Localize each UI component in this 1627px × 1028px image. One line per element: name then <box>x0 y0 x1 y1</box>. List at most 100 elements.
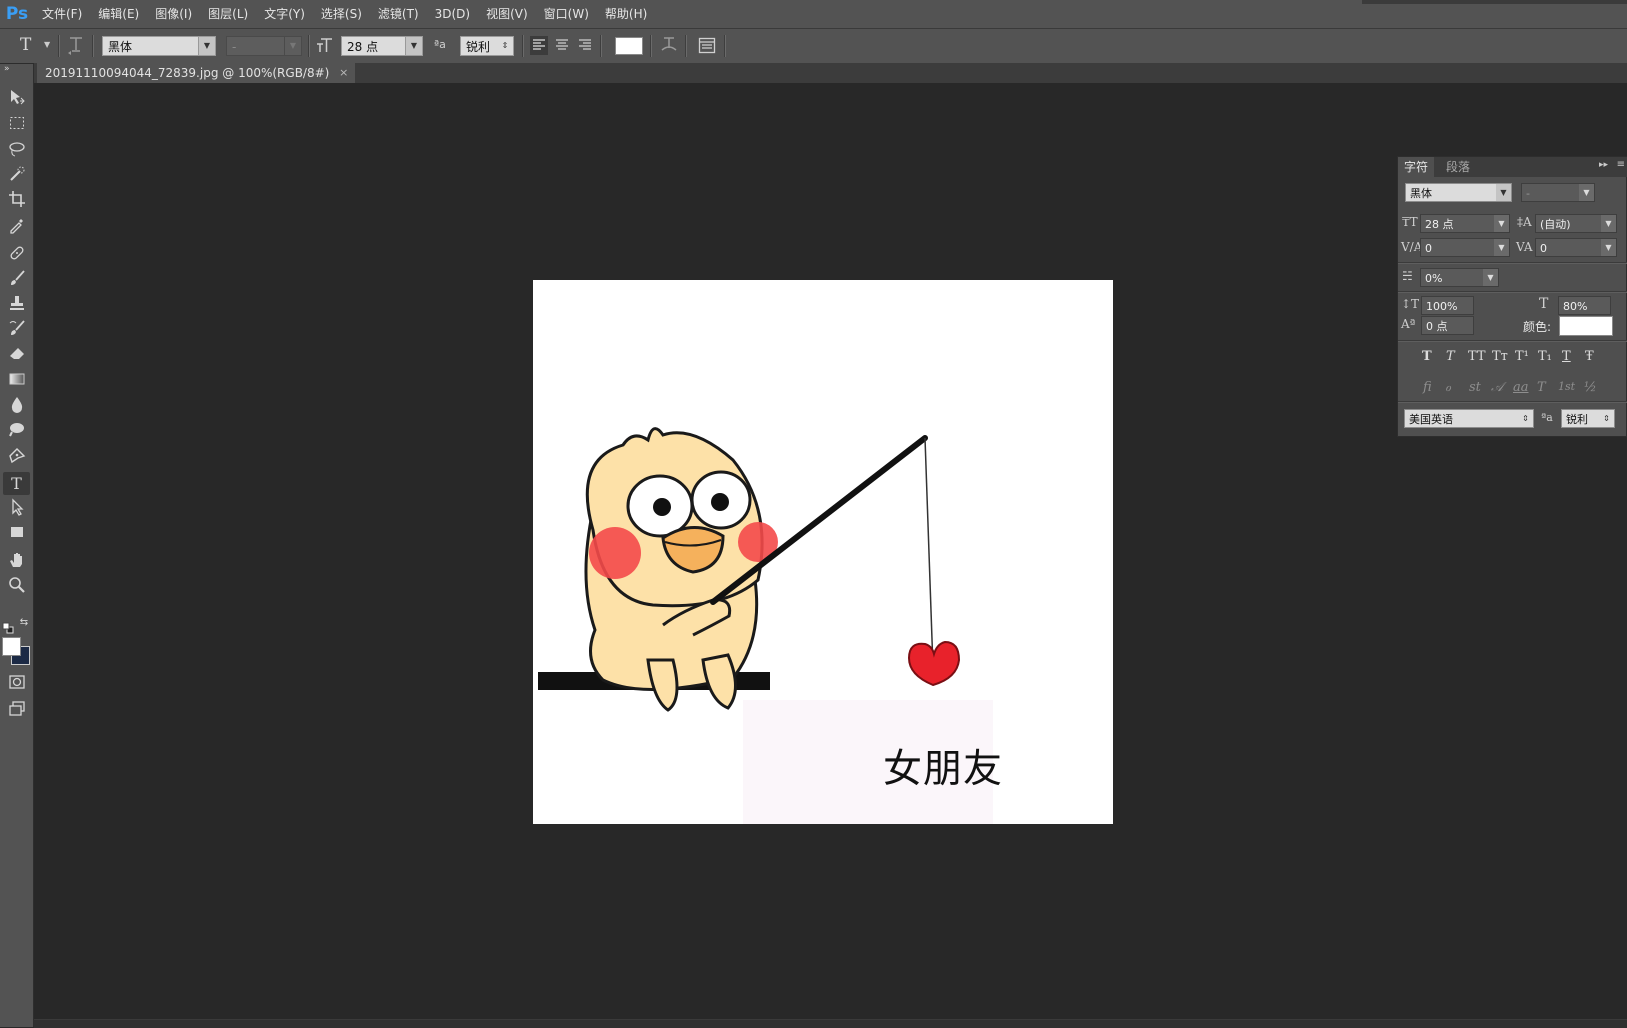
font-family-select[interactable]: 黑体 ▼ <box>102 36 216 56</box>
document-canvas[interactable]: 女朋友 <box>533 280 1113 824</box>
move-icon[interactable] <box>3 88 30 111</box>
panel-tab-bar: 字符 段落 ▸▸ ≡ <box>1398 157 1627 177</box>
leading-field[interactable]: (自动) ▼ <box>1535 214 1617 233</box>
horizontal-scale-value: 80% <box>1563 300 1588 313</box>
menu-filter[interactable]: 滤镜(T) <box>370 0 427 28</box>
healing-brush-icon[interactable] <box>3 244 30 267</box>
menu-image[interactable]: 图像(I) <box>147 0 200 28</box>
discretionary-ligatures-button[interactable]: st <box>1469 380 1481 395</box>
swap-colors-icon[interactable]: ⇆ <box>18 617 30 629</box>
baseline-shift-icon: Aª <box>1401 317 1416 331</box>
rectangle-icon[interactable] <box>3 523 30 546</box>
kerning-field[interactable]: 0 ▼ <box>1420 238 1510 257</box>
marquee-icon[interactable] <box>3 114 30 137</box>
chevron-down-icon: ▼ <box>1579 184 1594 201</box>
collapse-icon[interactable]: » <box>3 64 31 74</box>
vertical-scale-field[interactable]: 100% <box>1421 296 1474 315</box>
ordinals-button[interactable]: 1st <box>1558 380 1575 393</box>
screen-mode-icon[interactable] <box>3 700 30 723</box>
tracking-field[interactable]: 0 ▼ <box>1535 238 1617 257</box>
history-brush-icon[interactable] <box>3 319 30 342</box>
strikethrough-button[interactable]: Ŧ <box>1585 349 1594 364</box>
titling-alternates-button[interactable]: T <box>1537 380 1546 395</box>
menu-window[interactable]: 窗口(W) <box>536 0 597 28</box>
stylistic-alternates-button[interactable]: aa <box>1513 380 1529 395</box>
swash-button[interactable]: 𝒜 <box>1491 380 1503 395</box>
tsume-field[interactable]: 0% ▼ <box>1420 268 1499 287</box>
font-family-value: 黑体 <box>108 40 133 54</box>
type-icon[interactable]: T <box>3 472 30 495</box>
all-caps-button[interactable]: TT <box>1468 349 1486 364</box>
menu-select[interactable]: 选择(S) <box>313 0 370 28</box>
tab-character[interactable]: 字符 <box>1398 157 1435 177</box>
menu-layer[interactable]: 图层(L) <box>200 0 256 28</box>
blur-icon[interactable] <box>3 395 30 418</box>
clone-stamp-icon[interactable] <box>3 294 30 317</box>
pen-icon[interactable] <box>3 447 30 470</box>
small-caps-button[interactable]: Tт <box>1492 349 1508 364</box>
eyedropper-icon[interactable] <box>3 216 30 239</box>
align-center-icon[interactable] <box>553 36 571 58</box>
superscript-button[interactable]: T¹ <box>1515 349 1529 364</box>
anti-alias-select[interactable]: 锐利 ⇕ <box>460 36 514 56</box>
panel-font-family-select[interactable]: 黑体 ▼ <box>1405 183 1512 202</box>
lasso-icon[interactable] <box>3 140 30 163</box>
foreground-color-swatch[interactable] <box>2 637 21 656</box>
faux-bold-button[interactable]: T <box>1422 349 1432 364</box>
collapse-panel-icon[interactable]: ▸▸ <box>1599 160 1608 170</box>
dodge-icon[interactable] <box>3 420 30 443</box>
quick-mask-icon[interactable] <box>3 673 30 696</box>
menu-edit[interactable]: 编辑(E) <box>90 0 147 28</box>
menu-help[interactable]: 帮助(H) <box>597 0 655 28</box>
document-tab[interactable]: 20191110094044_72839.jpg @ 100%(RGB/8#) … <box>37 63 356 83</box>
crop-icon[interactable] <box>3 190 30 213</box>
chevron-down-icon[interactable]: ▼ <box>44 40 50 49</box>
panel-anti-alias-select[interactable]: 锐利 ⇕ <box>1561 409 1615 428</box>
panel-menu-icon[interactable]: ≡ <box>1617 159 1625 170</box>
close-icon[interactable]: × <box>339 63 348 83</box>
font-size-select[interactable]: 28 点 ▼ <box>341 36 423 56</box>
eraser-icon[interactable] <box>3 344 30 367</box>
font-size-value: 28 点 <box>347 40 379 54</box>
divider <box>600 35 602 57</box>
menu-3d[interactable]: 3D(D) <box>427 0 478 28</box>
font-style-select[interactable]: - ▼ <box>226 36 302 56</box>
toggle-orientation-icon[interactable] <box>67 35 85 58</box>
text-color-swatch[interactable] <box>615 37 643 55</box>
quick-select-icon[interactable] <box>3 165 30 188</box>
align-right-icon[interactable] <box>576 36 594 58</box>
panel-color-swatch[interactable] <box>1559 316 1613 336</box>
faux-italic-button[interactable]: T <box>1446 349 1455 364</box>
default-colors-icon[interactable] <box>2 619 14 634</box>
panels-toggle-icon[interactable] <box>698 37 716 57</box>
panel-font-family-value: 黑体 <box>1410 187 1432 200</box>
type-tool-preset-icon[interactable]: T <box>20 35 31 55</box>
panel-font-style-select[interactable]: - ▼ <box>1521 183 1595 202</box>
alternate-ligatures-button[interactable]: ℴ <box>1445 380 1451 395</box>
baseline-shift-field[interactable]: 0 点 <box>1421 316 1474 335</box>
font-size-icon <box>316 36 334 57</box>
zoom-icon[interactable] <box>3 576 30 599</box>
path-select-icon[interactable] <box>3 498 30 521</box>
menu-view[interactable]: 视图(V) <box>478 0 536 28</box>
align-left-icon[interactable] <box>530 36 548 55</box>
updown-icon: ⇕ <box>1518 410 1533 427</box>
chevron-down-icon: ▼ <box>1496 184 1511 201</box>
horizontal-scale-field[interactable]: 80% <box>1558 296 1611 315</box>
ligatures-button[interactable]: fi <box>1423 380 1432 395</box>
tab-paragraph[interactable]: 段落 <box>1440 157 1476 177</box>
panel-font-size-field[interactable]: 28 点 ▼ <box>1420 214 1510 233</box>
canvas-text-layer[interactable]: 女朋友 <box>883 738 1003 794</box>
gradient-icon[interactable] <box>3 370 30 393</box>
subscript-button[interactable]: T₁ <box>1538 349 1552 364</box>
menu-file[interactable]: 文件(F) <box>34 0 90 28</box>
brush-icon[interactable] <box>3 269 30 292</box>
divider <box>92 35 94 57</box>
menu-type[interactable]: 文字(Y) <box>256 0 313 28</box>
underline-button[interactable]: T <box>1562 349 1571 364</box>
hand-icon[interactable] <box>3 551 30 574</box>
warp-text-icon[interactable] <box>659 35 679 58</box>
language-select[interactable]: 美国英语 ⇕ <box>1404 409 1534 428</box>
divider <box>685 35 687 57</box>
fractions-button[interactable]: ½ <box>1584 380 1597 395</box>
